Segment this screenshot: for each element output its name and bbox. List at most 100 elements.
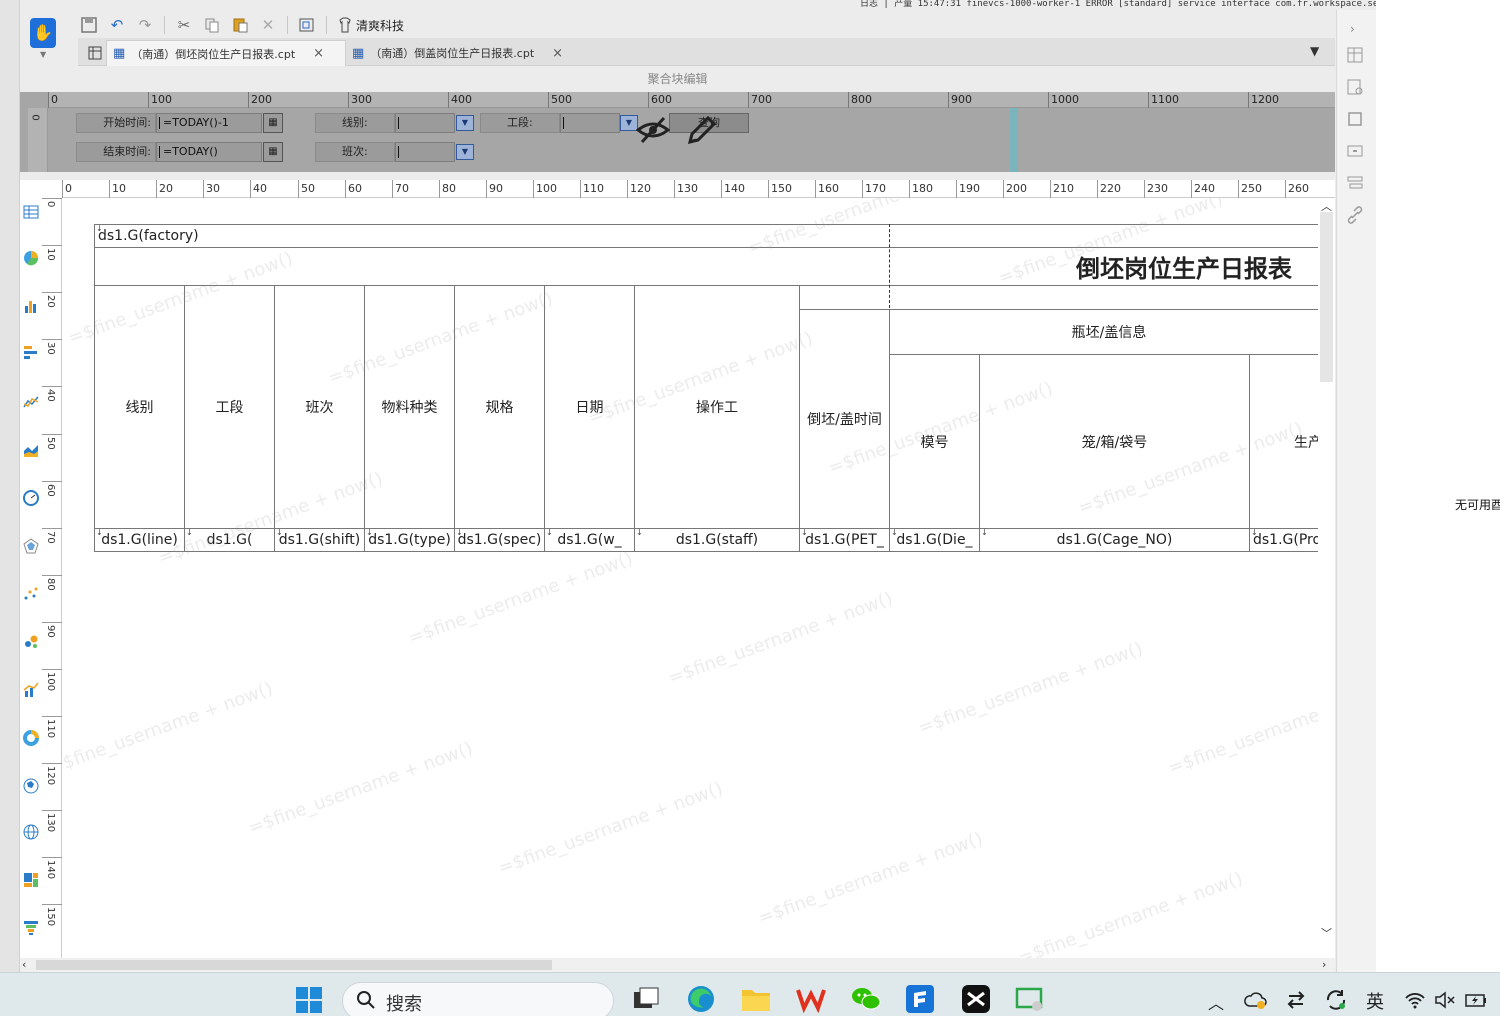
calendar-icon[interactable]: ▦ [263, 142, 283, 162]
bar-chart-icon[interactable] [23, 298, 39, 314]
delete-icon[interactable]: ✕ [257, 14, 279, 36]
header-date[interactable]: 日期 [544, 285, 635, 529]
area-chart-icon[interactable] [23, 442, 39, 458]
table-icon[interactable] [23, 204, 39, 220]
condition-icon[interactable] [1346, 174, 1364, 192]
chevron-right-icon[interactable]: › [1350, 22, 1355, 36]
scroll-left-icon[interactable]: ‹ [22, 958, 26, 971]
blank-cell[interactable] [889, 285, 1318, 310]
vertical-scroll-thumb[interactable] [1320, 212, 1333, 382]
donut-chart-icon[interactable] [23, 730, 39, 746]
app-logo-icon[interactable]: ✋ [30, 18, 56, 48]
scroll-down-icon[interactable]: ﹀ [1321, 925, 1332, 941]
header-spec[interactable]: 规格 [454, 285, 545, 529]
data-cell-staff[interactable]: ↓ ds1.G(staff) [634, 528, 800, 552]
widget-icon[interactable] [1346, 142, 1364, 160]
factory-cell[interactable]: ↓ ds1.G(factory) [94, 224, 890, 248]
cloud-warning-icon[interactable] [1244, 990, 1268, 1010]
header-material[interactable]: 物料种类 [364, 285, 455, 529]
finereport-icon[interactable] [904, 984, 936, 1014]
end-time-field[interactable]: =TODAY() [156, 142, 262, 162]
speaker-muted-icon[interactable] [1434, 990, 1456, 1010]
brand-button[interactable]: 清爽科技 [337, 17, 404, 34]
remote-desktop-icon[interactable] [1014, 984, 1046, 1014]
data-cell-line[interactable]: ↓ ds1.G(line) [94, 528, 185, 552]
tab-report-pour-bottle[interactable]: ▦ （南通）倒坯岗位生产日报表.cpt × [106, 40, 346, 66]
taskbar-search[interactable] [342, 982, 614, 1016]
report-title-cell[interactable]: 倒坯岗位生产日报表 [889, 247, 1318, 286]
undo-icon[interactable]: ↶ [106, 14, 128, 36]
preview-icon[interactable] [296, 14, 318, 36]
shift-select[interactable] [395, 142, 455, 162]
link-icon[interactable] [1346, 206, 1364, 224]
data-cell-date[interactable]: ↓ ds1.G(w_ [544, 528, 635, 552]
transfer-icon[interactable] [1286, 990, 1306, 1010]
horizontal-scroll-thumb[interactable] [36, 960, 552, 970]
section-select[interactable] [560, 113, 620, 133]
param-width-marker[interactable] [1010, 108, 1018, 172]
scroll-right-icon[interactable]: › [1322, 958, 1326, 971]
start-time-field[interactable]: =TODAY()-1 [156, 113, 262, 133]
header-line[interactable]: 线别 [94, 285, 185, 529]
cut-icon[interactable]: ✂ [173, 14, 195, 36]
data-cell-shift[interactable]: ↓ ds1.G(shift) [274, 528, 365, 552]
line-select[interactable] [395, 113, 455, 133]
header-pour-time[interactable]: 倒坯/盖时间 [799, 309, 890, 529]
header-cage[interactable]: 笼/箱/袋号 [979, 354, 1250, 529]
wechat-icon[interactable] [850, 984, 882, 1014]
capcut-icon[interactable] [960, 984, 992, 1014]
combo-chart-icon[interactable] [23, 682, 39, 698]
file-explorer-icon[interactable] [740, 984, 772, 1014]
data-cell-cage[interactable]: ↓ ds1.G(Cage_NO) [979, 528, 1250, 552]
header-shift[interactable]: 班次 [274, 285, 365, 529]
cell-attribute-icon[interactable] [1346, 46, 1364, 64]
close-icon[interactable]: × [552, 46, 563, 61]
blank-cell[interactable] [799, 285, 890, 310]
eye-off-icon[interactable] [636, 116, 670, 144]
chevron-down-icon[interactable]: ▼ [40, 50, 46, 59]
data-cell-spec[interactable]: ↓ ds1.G(spec) [454, 528, 545, 552]
data-cell-section[interactable]: ↓ ds1.G( [184, 528, 275, 552]
data-cell-pet[interactable]: ↓ ds1.G(PET_ [799, 528, 890, 552]
blank-cell[interactable] [889, 224, 1318, 248]
pie-chart-icon[interactable] [23, 250, 39, 266]
data-cell-die[interactable]: ↓ ds1.G(Die_ [889, 528, 980, 552]
redo-icon[interactable]: ↷ [134, 14, 156, 36]
close-icon[interactable]: × [313, 46, 324, 61]
horizontal-bar-icon[interactable] [23, 344, 39, 360]
line-chart-icon[interactable] [23, 394, 39, 410]
gauge-icon[interactable] [23, 490, 39, 506]
map-icon[interactable] [23, 778, 39, 794]
header-bottle-info[interactable]: 瓶坯/盖信息 [889, 309, 1318, 355]
scroll-up-icon[interactable]: ︿ [1321, 198, 1332, 214]
frame-icon[interactable] [1346, 110, 1364, 128]
copy-icon[interactable] [201, 14, 223, 36]
pencil-icon[interactable] [686, 116, 718, 146]
header-production[interactable]: 生产 [1249, 354, 1318, 529]
wps-office-icon[interactable] [795, 984, 827, 1014]
globe-icon[interactable] [23, 824, 39, 840]
sync-icon[interactable] [1324, 988, 1348, 1012]
grid-view-icon[interactable] [82, 40, 104, 66]
tab-report-pour-cap[interactable]: ▦ （南通）倒盖岗位生产日报表.cpt × [346, 40, 586, 66]
blank-cell[interactable] [94, 247, 890, 286]
battery-charging-icon[interactable] [1464, 990, 1488, 1010]
treemap-icon[interactable] [23, 872, 39, 888]
cell-element-icon[interactable] [1346, 78, 1364, 96]
bubble-chart-icon[interactable] [23, 634, 39, 650]
windows-start-icon[interactable] [295, 986, 323, 1014]
calendar-icon[interactable]: ▦ [263, 113, 283, 133]
header-mold[interactable]: 模号 [889, 354, 980, 529]
paste-icon[interactable] [229, 14, 251, 36]
chevron-up-icon[interactable]: ︿ [1208, 990, 1224, 1014]
edge-browser-icon[interactable] [685, 984, 717, 1014]
ime-indicator[interactable]: 英 [1366, 988, 1384, 1014]
dropdown-icon[interactable]: ▼ [456, 115, 474, 131]
header-section[interactable]: 工段 [184, 285, 275, 529]
task-view-icon[interactable] [630, 984, 662, 1014]
header-operator[interactable]: 操作工 [634, 285, 800, 529]
funnel-chart-icon[interactable] [23, 920, 39, 936]
radar-chart-icon[interactable] [23, 538, 39, 554]
save-icon[interactable] [78, 14, 100, 36]
dropdown-icon[interactable]: ▼ [456, 144, 474, 160]
